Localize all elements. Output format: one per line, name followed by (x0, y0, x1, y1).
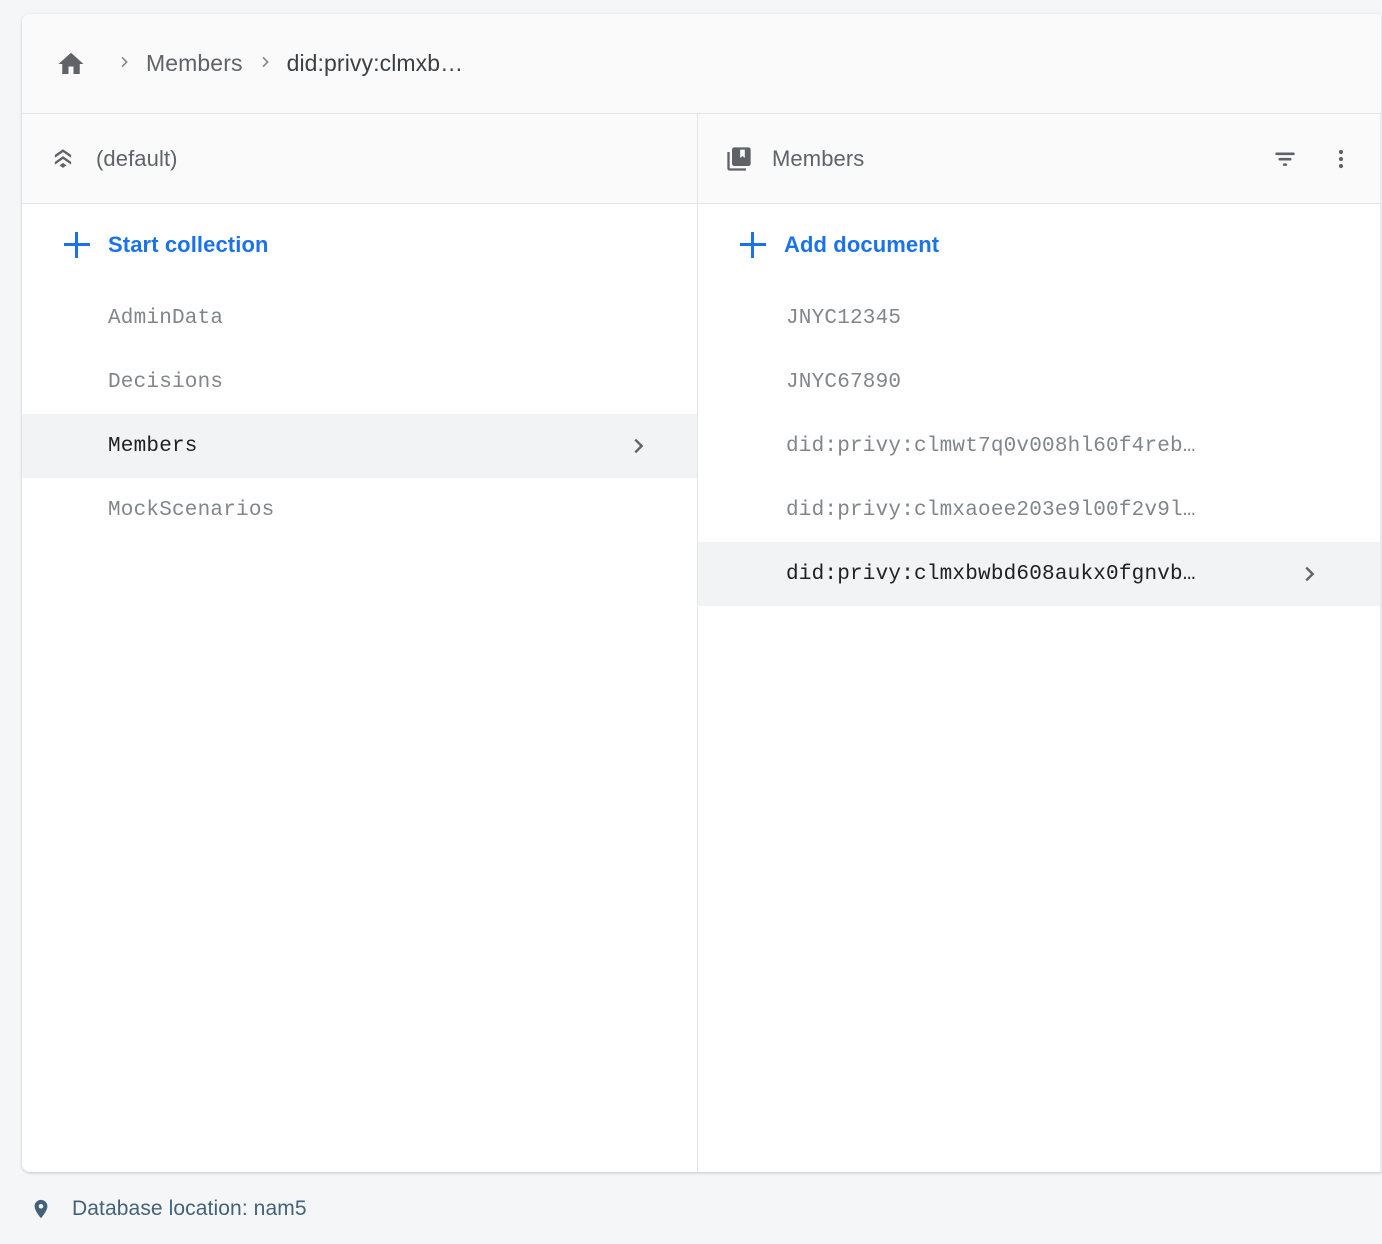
collection-name: MockScenarios (108, 498, 275, 522)
documents-panel-header: Members (698, 114, 1380, 204)
collections-list: AdminData Decisions Members MockScenario… (22, 286, 697, 542)
start-collection-label: Start collection (108, 232, 269, 257)
document-id: did:privy:clmxaoee203e9l00f2v9l… (786, 498, 1196, 522)
plus-icon (740, 232, 766, 258)
home-icon[interactable] (54, 47, 88, 81)
add-document-label: Add document (784, 232, 940, 257)
documents-panel: Members Add document JNYC12345 JNYC67890… (698, 114, 1381, 1172)
chevron-right-icon (257, 53, 273, 74)
chevron-right-icon (116, 53, 132, 74)
chevron-right-icon (1282, 563, 1352, 585)
document-id: JNYC12345 (786, 306, 902, 330)
collection-row-admindata[interactable]: AdminData (22, 286, 697, 350)
document-row[interactable]: JNYC67890 (698, 350, 1380, 414)
database-location-footer: Database location: nam5 (0, 1194, 1382, 1224)
database-stack-icon (48, 144, 78, 174)
document-id: did:privy:clmwt7q0v008hl60f4reb… (786, 434, 1196, 458)
collections-panel-body: Start collection AdminData Decisions Mem… (22, 204, 697, 1172)
document-row[interactable]: did:privy:clmwt7q0v008hl60f4reb… (698, 414, 1380, 478)
data-card: Members did:privy:clmxb… (default) Start… (22, 14, 1382, 1172)
document-row[interactable]: did:privy:clmxaoee203e9l00f2v9l… (698, 478, 1380, 542)
breadcrumb: Members did:privy:clmxb… (22, 14, 1381, 114)
collections-panel-title: (default) (96, 145, 178, 171)
location-pin-icon (28, 1194, 54, 1224)
add-document-button[interactable]: Add document (698, 216, 1380, 274)
document-id: JNYC67890 (786, 370, 902, 394)
documents-panel-body: Add document JNYC12345 JNYC67890 did:pri… (698, 204, 1380, 1172)
collection-row-members[interactable]: Members (22, 414, 697, 478)
collection-row-mockscenarios[interactable]: MockScenarios (22, 478, 697, 542)
firestore-data-browser: Members did:privy:clmxb… (default) Start… (0, 0, 1382, 1244)
database-location-text: Database location: nam5 (72, 1197, 307, 1220)
documents-list: JNYC12345 JNYC67890 did:privy:clmwt7q0v0… (698, 286, 1380, 606)
document-row-selected[interactable]: did:privy:clmxbwbd608aukx0fgnvb… (698, 542, 1380, 606)
collection-name: AdminData (108, 306, 224, 330)
document-row[interactable]: JNYC12345 (698, 286, 1380, 350)
chevron-right-icon (611, 435, 669, 457)
panels-container: (default) Start collection AdminData Dec… (22, 114, 1381, 1172)
collection-name: Members (108, 434, 198, 458)
collections-panel-header: (default) (22, 114, 697, 204)
more-vert-icon[interactable] (1324, 142, 1358, 176)
documents-panel-actions (1268, 142, 1358, 176)
breadcrumb-list: Members did:privy:clmxb… (54, 47, 463, 81)
document-id: did:privy:clmxbwbd608aukx0fgnvb… (786, 562, 1196, 586)
start-collection-button[interactable]: Start collection (22, 216, 697, 274)
collections-bookmark-icon (724, 144, 754, 174)
filter-list-icon[interactable] (1268, 142, 1302, 176)
breadcrumb-item-document[interactable]: did:privy:clmxb… (287, 50, 464, 77)
documents-panel-title: Members (772, 145, 865, 171)
collection-row-decisions[interactable]: Decisions (22, 350, 697, 414)
collections-panel: (default) Start collection AdminData Dec… (22, 114, 698, 1172)
plus-icon (64, 232, 90, 258)
breadcrumb-item-members[interactable]: Members (146, 50, 243, 77)
collection-name: Decisions (108, 370, 224, 394)
